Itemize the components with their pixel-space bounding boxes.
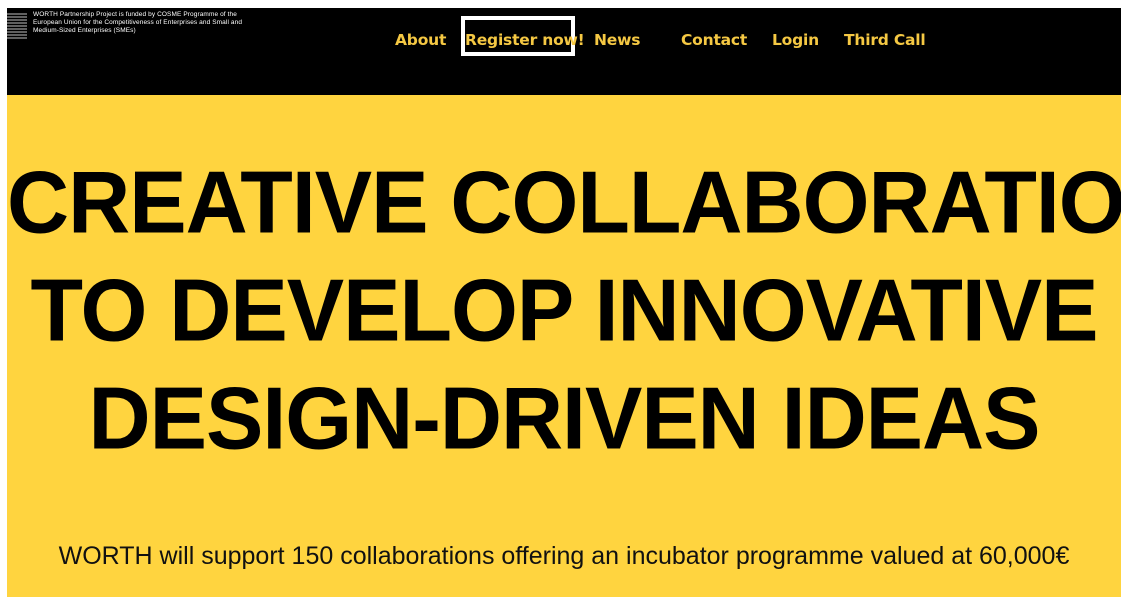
main-nav: About Register now! News Contact Login T… — [7, 8, 1121, 68]
headline-line-1: CREATIVE COLLABORATIONS — [7, 154, 1121, 252]
hero-headline: CREATIVE COLLABORATIONS TO DEVELOP INNOV… — [7, 149, 1121, 473]
headline-line-2: TO DEVELOP INNOVATIVE — [30, 262, 1099, 360]
nav-register-label: Register now! — [465, 31, 585, 49]
site-header: WORTH Partnership Project is funded by C… — [7, 8, 1121, 95]
nav-login-link[interactable]: Login — [772, 31, 819, 49]
hero-subtext: WORTH will support 150 collaborations of… — [58, 542, 1070, 570]
headline-line-3: DESIGN-DRIVEN IDEAS — [88, 370, 1040, 468]
page: WORTH Partnership Project is funded by C… — [0, 0, 1121, 597]
nav-news-link[interactable]: News — [594, 31, 640, 49]
nav-third-call-link[interactable]: Third Call — [844, 31, 926, 49]
nav-about-link[interactable]: About — [395, 31, 446, 49]
nav-register-button[interactable]: Register now! — [461, 16, 585, 56]
nav-contact-link[interactable]: Contact — [681, 31, 747, 49]
hero-section: CREATIVE COLLABORATIONS TO DEVELOP INNOV… — [7, 95, 1121, 597]
